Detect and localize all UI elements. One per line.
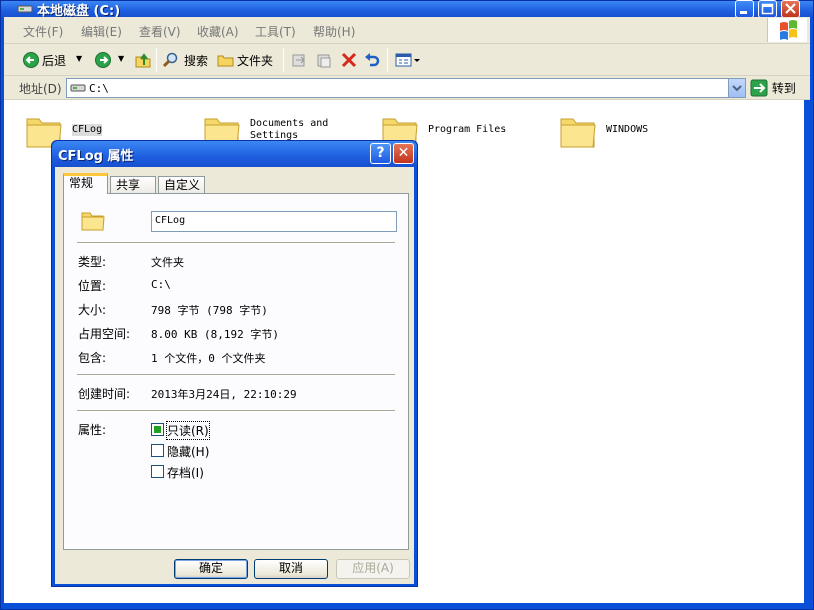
address-dropdown-button[interactable]: [728, 79, 745, 97]
folder-up-icon: [135, 53, 151, 68]
delete-button[interactable]: [340, 51, 358, 69]
size-label: 大小:: [78, 303, 107, 317]
checkbox-box: [151, 465, 164, 478]
forward-dropdown-icon[interactable]: ▼: [118, 54, 124, 63]
delete-x-icon: [341, 52, 357, 68]
checkbox-box: [151, 423, 164, 436]
drive-icon: [17, 3, 33, 14]
toolbar-separator: [156, 48, 157, 72]
views-button[interactable]: [395, 51, 421, 69]
address-input[interactable]: C:\: [66, 78, 746, 98]
copy-to-icon: [317, 54, 331, 68]
folder-name: Program Files: [428, 124, 507, 135]
folder-name: CFLog: [72, 124, 103, 136]
menu-edit[interactable]: 编辑(E): [81, 23, 122, 40]
dialog-close-button[interactable]: ✕: [393, 143, 414, 164]
hidden-label: 隐藏(H): [167, 445, 210, 459]
menu-view[interactable]: 查看(V): [139, 23, 181, 40]
menu-bar: 文件(F) 编辑(E) 查看(V) 收藏(A) 工具(T) 帮助(H): [4, 17, 810, 44]
undo-icon: [365, 53, 380, 67]
help-button[interactable]: ?: [370, 143, 391, 164]
forward-button[interactable]: ▼: [94, 51, 124, 69]
toolbar-separator: [387, 48, 388, 72]
size-on-disk-label: 占用空间:: [78, 327, 131, 341]
menu-help[interactable]: 帮助(H): [313, 23, 355, 40]
created-value: 2013年3月24日, 22:10:29: [151, 388, 297, 401]
chevron-down-icon: [732, 85, 742, 92]
minimize-button[interactable]: [735, 0, 754, 18]
views-icon: [395, 53, 420, 67]
type-label: 类型:: [78, 255, 107, 269]
folder-name-input[interactable]: CFLog: [151, 211, 397, 232]
menu-favorites[interactable]: 收藏(A): [197, 23, 239, 40]
menu-tools[interactable]: 工具(T): [255, 23, 296, 40]
attributes-label: 属性:: [78, 423, 107, 437]
folder-name: Documents and Settings: [250, 118, 329, 141]
tab-sharing[interactable]: 共享: [110, 176, 156, 193]
size-value: 798 字节 (798 字节): [151, 304, 268, 317]
go-label: 转到: [771, 81, 796, 96]
location-label: 位置:: [78, 279, 107, 293]
dialog-title-bar[interactable]: CFLog 属性 ? ✕: [52, 141, 417, 167]
address-label: 地址(D): [19, 82, 62, 96]
archive-label: 存档(I): [167, 466, 204, 480]
search-icon: [162, 52, 178, 68]
folder-item[interactable]: WINDOWS: [558, 111, 728, 151]
back-arrow-icon: [23, 52, 39, 68]
location-value: C:\: [151, 278, 171, 291]
dialog-title: CFLog 属性: [58, 149, 134, 164]
maximize-button[interactable]: [758, 0, 777, 18]
contains-value: 1 个文件，0 个文件夹: [151, 352, 266, 365]
up-button[interactable]: [134, 51, 152, 69]
move-to-icon: [292, 54, 305, 67]
go-arrow-icon: [750, 79, 768, 97]
divider: [77, 242, 395, 244]
close-button[interactable]: [781, 0, 800, 18]
properties-dialog: CFLog 属性 ? ✕ 常规 共享 自定义 CFLog 类型: 文件夹 位置:…: [51, 140, 418, 587]
title-bar[interactable]: 本地磁盘 (C:): [1, 0, 813, 19]
copy-to-button[interactable]: [315, 51, 333, 69]
dialog-body: 常规 共享 自定义 CFLog 类型: 文件夹 位置: C:\ 大小: 798 …: [55, 167, 414, 584]
windows-logo-icon: [767, 18, 807, 42]
toolbar-separator: [283, 48, 284, 72]
ok-button[interactable]: 确定: [174, 559, 248, 579]
contains-label: 包含:: [78, 351, 107, 365]
tab-general[interactable]: 常规: [63, 173, 108, 194]
created-label: 创建时间:: [78, 387, 131, 401]
folders-button[interactable]: 文件夹: [217, 51, 273, 69]
move-to-button[interactable]: [290, 51, 308, 69]
address-bar: 地址(D) C:\ 转到: [4, 76, 810, 100]
address-value: C:\: [89, 82, 109, 95]
checkbox-box: [151, 444, 164, 457]
size-on-disk-value: 8.00 KB (8,192 字节): [151, 328, 279, 341]
folders-icon: [217, 55, 234, 67]
forward-arrow-icon: [95, 52, 111, 68]
toolbar: 后退 ▼ ▼ 搜索 文件夹: [4, 44, 810, 76]
back-dropdown-icon[interactable]: ▼: [76, 54, 82, 63]
tab-customize[interactable]: 自定义: [158, 176, 205, 193]
drive-icon: [70, 84, 86, 92]
type-value: 文件夹: [151, 256, 184, 269]
cancel-button[interactable]: 取消: [254, 559, 328, 579]
window-border-right: [804, 100, 811, 603]
back-button[interactable]: 后退 ▼: [22, 51, 82, 69]
menu-file[interactable]: 文件(F): [23, 23, 63, 40]
general-panel: CFLog 类型: 文件夹 位置: C:\ 大小: 798 字节 (798 字节…: [63, 193, 409, 550]
divider: [77, 410, 395, 412]
divider: [77, 374, 395, 376]
folder-icon: [81, 212, 105, 231]
folder-name: WINDOWS: [606, 124, 649, 135]
apply-button[interactable]: 应用(A): [336, 559, 410, 579]
folder-icon: [560, 118, 596, 148]
undo-button[interactable]: [363, 51, 381, 69]
search-button[interactable]: 搜索: [162, 51, 208, 69]
readonly-label: 只读(R): [166, 421, 210, 440]
go-button[interactable]: 转到: [750, 79, 796, 97]
